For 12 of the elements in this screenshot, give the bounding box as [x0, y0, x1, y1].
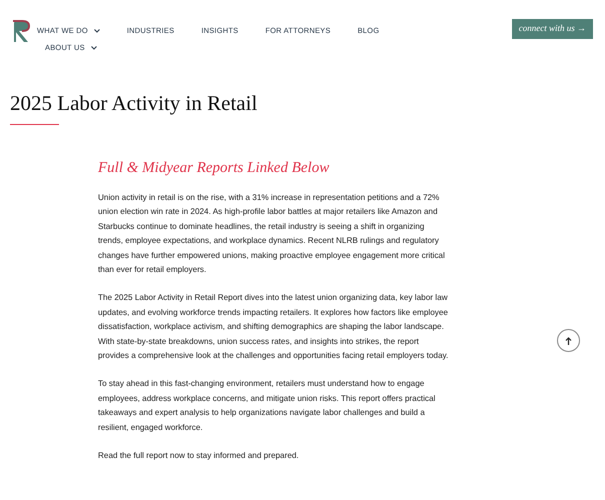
connect-button[interactable]: connect with us →: [512, 19, 593, 39]
body-paragraph: The 2025 Labor Activity in Retail Report dives into the latest union organizing data, key labor law updates, and evolving workforce trends impacting retailers. It explores how factors like employee dissatisfaction, workplace activism, and shifting demographics are shaping the labor landscape. With state-by-state breakdowns, union success rates, and insights into strikes, the report provides a comprehensive look at the challenges and opportunities facing retail employers today.: [98, 292, 450, 362]
chevron-down-icon: [90, 46, 97, 50]
scroll-to-top-button[interactable]: [557, 329, 580, 352]
body-paragraph: To stay ahead in this fast-changing environment, retailers must understand how to engage employees, address workplace concerns, and mitigate union risks. This report offers practical takeaways and expert analysis to help organizations navigate labor challenges and build a resilient, engaged workforce.: [98, 378, 436, 434]
logo-icon[interactable]: [12, 20, 31, 43]
body-paragraph: Read the full report now to stay informed and prepared.: [98, 450, 300, 462]
body-paragraph: Union activity in retail is on the rise, with a 31% increase in representation petitions and a 72% union election win rate in 2024. As high-profile labor battles at major retailers like Amazon and Starbucks continue to dominate headlines, the retail industry is seeing a shift in organizing trends, employee expectations, and workplace dynamics. Recent NLRB rulings and regulatory changes have further empowered unions, making proactive employee engagement more critical than ever for retail employers.: [98, 192, 446, 276]
page-title: 2025 Labor Activity in Retail: [10, 90, 258, 116]
up-arrow-icon: [565, 336, 572, 344]
chevron-down-icon: [94, 28, 100, 33]
section-subtitle: Full & Midyear Reports Linked Below: [98, 158, 330, 178]
